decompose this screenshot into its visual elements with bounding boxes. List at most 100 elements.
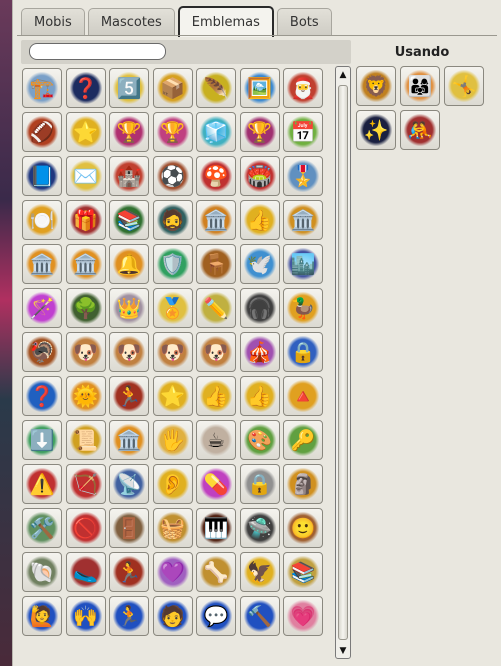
using-badge-slot[interactable]: ✨ xyxy=(356,110,396,150)
badge-slot[interactable]: 🔔 xyxy=(109,244,149,284)
badge-slot[interactable]: 🔒 xyxy=(239,464,280,504)
badge-slot[interactable]: 🧑 xyxy=(152,596,193,636)
badge-slot[interactable]: 📜 xyxy=(65,420,106,460)
badge-slot[interactable]: 🏛️ xyxy=(283,200,323,240)
badge-slot[interactable]: 🎁 xyxy=(65,200,106,240)
scroll-down-icon[interactable]: ▼ xyxy=(337,645,349,657)
badge-slot[interactable]: 🙂 xyxy=(283,508,323,548)
badge-slot[interactable]: ✏️ xyxy=(196,288,236,328)
badge-slot[interactable]: 💬 xyxy=(196,596,236,636)
badge-slot[interactable]: ⚽ xyxy=(152,156,193,196)
badge-slot[interactable]: 🦅 xyxy=(239,552,280,592)
badge-slot[interactable]: 🚪 xyxy=(109,508,149,548)
badge-slot[interactable]: 🍄 xyxy=(196,156,236,196)
badge-slot[interactable]: 🏹 xyxy=(65,464,106,504)
badge-slot[interactable]: ⬇️ xyxy=(22,420,62,460)
using-badge-slot[interactable]: 🤸 xyxy=(444,66,484,106)
badge-slot[interactable]: 🏟️ xyxy=(239,156,280,196)
badge-slot[interactable]: 🐶 xyxy=(109,332,149,372)
badge-slot[interactable]: 🏆 xyxy=(152,112,193,152)
badge-slot[interactable]: 🛸 xyxy=(239,508,280,548)
using-badge-slot[interactable]: 🦁 xyxy=(356,66,396,106)
badge-slot[interactable]: 🏃 xyxy=(109,552,149,592)
badge-slot[interactable]: 📦 xyxy=(152,68,193,108)
badge-slot[interactable]: 🔨 xyxy=(239,596,280,636)
badge-slot[interactable]: 🚫 xyxy=(65,508,106,548)
badge-slot[interactable]: 🍽️ xyxy=(22,200,62,240)
badge-slot[interactable]: 🏙️ xyxy=(283,244,323,284)
badge-slot[interactable]: 🪑 xyxy=(196,244,236,284)
badge-slot[interactable]: 🏛️ xyxy=(22,244,62,284)
badge-slot[interactable]: 🧊 xyxy=(196,112,236,152)
badge-slot[interactable]: 🐶 xyxy=(196,332,236,372)
badge-slot[interactable]: 👍 xyxy=(196,376,236,416)
badge-slot[interactable]: 🪄 xyxy=(22,288,62,328)
badge-slot[interactable]: 🏆 xyxy=(239,112,280,152)
badge-slot[interactable]: ☕ xyxy=(196,420,236,460)
badge-slot[interactable]: 🏆 xyxy=(109,112,149,152)
badge-slot[interactable]: 🦆 xyxy=(283,288,323,328)
badge-slot[interactable]: 5️⃣ xyxy=(109,68,149,108)
badge-slot[interactable]: 🐶 xyxy=(152,332,193,372)
badge-slot[interactable]: 📚 xyxy=(283,552,323,592)
badge-slot[interactable]: 👍 xyxy=(239,200,280,240)
using-badge-slot[interactable]: 🤼 xyxy=(400,110,440,150)
badge-slot[interactable]: 🎖️ xyxy=(283,156,323,196)
badge-slot[interactable]: 👂 xyxy=(152,464,193,504)
badge-slot[interactable]: 🎪 xyxy=(239,332,280,372)
badge-slot[interactable]: 🐚 xyxy=(22,552,62,592)
search-input[interactable] xyxy=(29,43,166,60)
badge-slot[interactable]: 📅 xyxy=(283,112,323,152)
badge-slot[interactable]: 🧔 xyxy=(152,200,193,240)
badge-slot[interactable]: 🦴 xyxy=(196,552,236,592)
badge-slot[interactable]: 💊 xyxy=(196,464,236,504)
tab-mascotes[interactable]: Mascotes xyxy=(87,8,175,35)
badge-slot[interactable]: 🌳 xyxy=(65,288,106,328)
badge-slot[interactable]: 🏛️ xyxy=(65,244,106,284)
tab-mobis[interactable]: Mobis xyxy=(21,8,85,35)
badge-slot[interactable]: 🙌 xyxy=(65,596,106,636)
badge-slot[interactable]: 🗿 xyxy=(283,464,323,504)
badge-slot[interactable]: 💗 xyxy=(283,596,323,636)
badge-slot[interactable]: 🙋 xyxy=(22,596,62,636)
badge-slot[interactable]: ⭐ xyxy=(65,112,106,152)
badge-slot[interactable]: ⭐ xyxy=(152,376,193,416)
badge-slot[interactable]: ✉️ xyxy=(65,156,106,196)
badge-slot[interactable]: 🏃 xyxy=(109,376,149,416)
badge-slot[interactable]: 🥿 xyxy=(65,552,106,592)
tab-emblemas[interactable]: Emblemas xyxy=(177,6,274,37)
badge-slot[interactable]: 💜 xyxy=(152,552,193,592)
badge-slot[interactable]: 🕊️ xyxy=(239,244,280,284)
badge-slot[interactable]: 🏛️ xyxy=(196,200,236,240)
badge-slot[interactable]: 🎧 xyxy=(239,288,280,328)
badge-slot[interactable]: 🎨 xyxy=(239,420,280,460)
badge-slot[interactable]: 🏛️ xyxy=(109,420,149,460)
badge-slot[interactable]: 🖼️ xyxy=(239,68,280,108)
scroll-up-icon[interactable]: ▲ xyxy=(337,69,349,81)
badge-slot[interactable]: 🎹 xyxy=(196,508,236,548)
scrollbar[interactable]: ▲ ▼ xyxy=(335,66,351,659)
badge-slot[interactable]: 🔑 xyxy=(283,420,323,460)
badge-slot[interactable]: 🏰 xyxy=(109,156,149,196)
badge-slot[interactable]: 🧺 xyxy=(152,508,193,548)
badge-slot[interactable]: 🐶 xyxy=(65,332,106,372)
badge-slot[interactable]: 🦃 xyxy=(22,332,62,372)
badge-slot[interactable]: 🏃 xyxy=(109,596,149,636)
using-badge-slot[interactable]: 👨‍👩‍👧 xyxy=(400,66,440,106)
badge-slot[interactable]: 👍 xyxy=(239,376,280,416)
badge-slot[interactable]: 🛠️ xyxy=(22,508,62,548)
badge-slot[interactable]: 🏈 xyxy=(22,112,62,152)
badge-slot[interactable]: 🏗️ xyxy=(22,68,62,108)
scrollbar-thumb[interactable] xyxy=(338,85,348,640)
badge-slot[interactable]: 🔒 xyxy=(283,332,323,372)
badge-slot[interactable]: 🏅 xyxy=(152,288,193,328)
badge-slot[interactable]: ❓ xyxy=(65,68,106,108)
badge-slot[interactable]: 🖐️ xyxy=(152,420,193,460)
badge-slot[interactable]: 👑 xyxy=(109,288,149,328)
badge-slot[interactable]: 🪶 xyxy=(196,68,236,108)
badge-slot[interactable]: 📘 xyxy=(22,156,62,196)
badge-slot[interactable]: 🛡️ xyxy=(152,244,193,284)
tab-bots[interactable]: Bots xyxy=(276,8,332,35)
badge-slot[interactable]: ⚠️ xyxy=(22,464,62,504)
badge-slot[interactable]: ❓ xyxy=(22,376,62,416)
